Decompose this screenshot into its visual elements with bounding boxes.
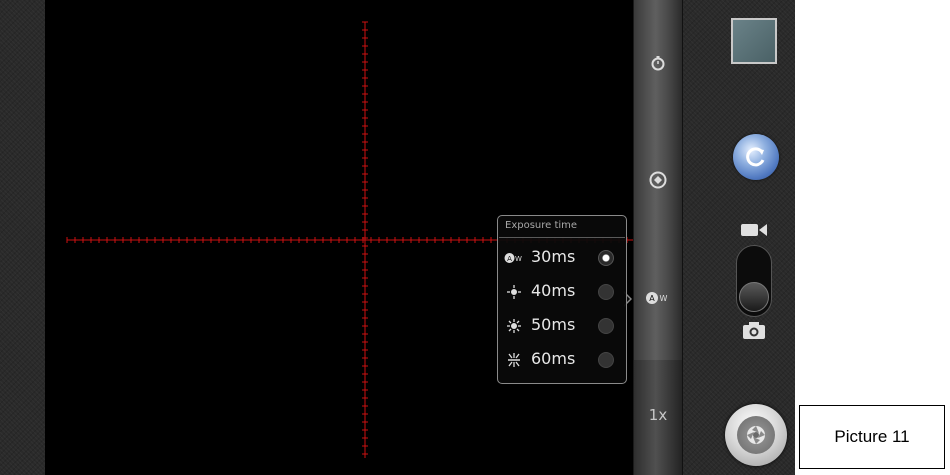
radio-unselected[interactable] [598,318,614,334]
camera-app-screen: AW 1x Exposure time A W 30ms 40ms 50ms 6… [0,0,795,475]
radio-unselected[interactable] [598,284,614,300]
sun-icon [504,283,524,301]
exposure-option-30ms[interactable]: AW 30ms [498,241,626,275]
camera-controls-panel [682,0,795,475]
camera-icon [743,322,765,339]
last-photo-thumbnail[interactable] [731,18,777,64]
camera-rotate-icon[interactable] [642,164,674,196]
option-label: 40ms [531,281,576,300]
option-label: 60ms [531,349,576,368]
timer-icon[interactable] [642,47,674,79]
settings-strip: AW 1x [633,0,683,475]
auto-white-balance-icon[interactable]: AW [642,282,674,314]
radio-unselected[interactable] [598,352,614,368]
bright-sun-icon [504,317,524,335]
svg-text:W: W [660,294,668,303]
video-icon [741,224,767,236]
option-label: 30ms [531,247,576,266]
exposure-time-popup: Exposure time AW 30ms 40ms 50ms 60ms [497,215,627,384]
svg-text:A: A [649,294,655,303]
popup-divider [499,237,625,238]
auto-white-balance-icon: AW [504,249,524,267]
camera-video-mode-toggle[interactable] [736,245,772,317]
exposure-option-50ms[interactable]: 50ms [498,309,626,343]
switch-camera-button[interactable] [733,134,779,180]
switch-camera-icon [746,147,765,167]
svg-text:A: A [507,255,512,263]
popup-title: Exposure time [505,220,578,231]
zoom-level-label[interactable]: 1x [634,406,682,424]
shutter-button[interactable] [725,404,787,466]
exposure-option-60ms[interactable]: 60ms [498,343,626,377]
mode-toggle-knob[interactable] [739,282,769,312]
shutter-icon [737,416,775,454]
exposure-option-40ms[interactable]: 40ms [498,275,626,309]
picture-caption: Picture 11 [799,405,945,469]
option-label: 50ms [531,315,576,334]
svg-text:W: W [515,255,522,263]
radio-selected[interactable] [598,250,614,266]
sun-rays-icon [504,351,524,369]
